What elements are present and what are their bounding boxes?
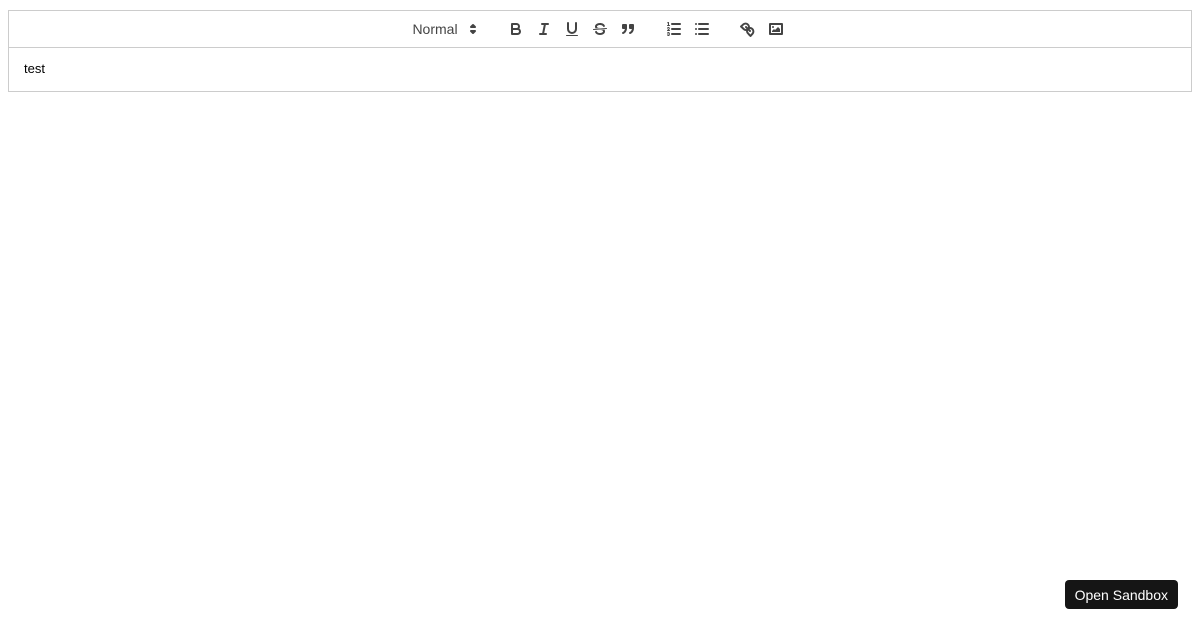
bold-icon	[510, 23, 521, 35]
format-group-header: Normal	[410, 17, 483, 41]
up-down-arrows-icon	[469, 24, 476, 34]
italic-button[interactable]	[530, 17, 558, 41]
editor-paragraph: test	[24, 61, 45, 76]
bullet-list-icon	[694, 23, 709, 35]
underline-button[interactable]	[558, 17, 586, 41]
link-button[interactable]	[734, 17, 762, 41]
bold-button[interactable]	[502, 17, 530, 41]
format-group-inline	[502, 17, 642, 41]
header-format-label[interactable]: Normal	[410, 20, 483, 38]
open-sandbox-button[interactable]: Open Sandbox	[1064, 580, 1178, 609]
strikethrough-button[interactable]	[586, 17, 614, 41]
image-button[interactable]	[762, 17, 790, 41]
editor-content-area[interactable]: test	[9, 48, 1191, 91]
editor-toolbar: Normal	[8, 10, 1192, 48]
strikethrough-icon	[592, 23, 607, 35]
blockquote-button[interactable]	[614, 17, 642, 41]
format-group-media	[734, 17, 790, 41]
image-icon	[768, 23, 783, 35]
header-format-dropdown[interactable]: Normal	[410, 17, 483, 41]
editor-container: test	[8, 48, 1192, 92]
bullet-list-button[interactable]	[688, 17, 716, 41]
link-icon	[739, 22, 754, 37]
underline-icon	[565, 22, 578, 36]
ordered-list-icon	[666, 22, 681, 37]
header-format-value: Normal	[412, 21, 458, 37]
blockquote-icon	[621, 24, 634, 34]
ordered-list-button[interactable]	[660, 17, 688, 41]
format-group-lists	[660, 17, 716, 41]
italic-icon	[538, 23, 549, 35]
rich-text-editor: Normal test	[8, 10, 1192, 92]
